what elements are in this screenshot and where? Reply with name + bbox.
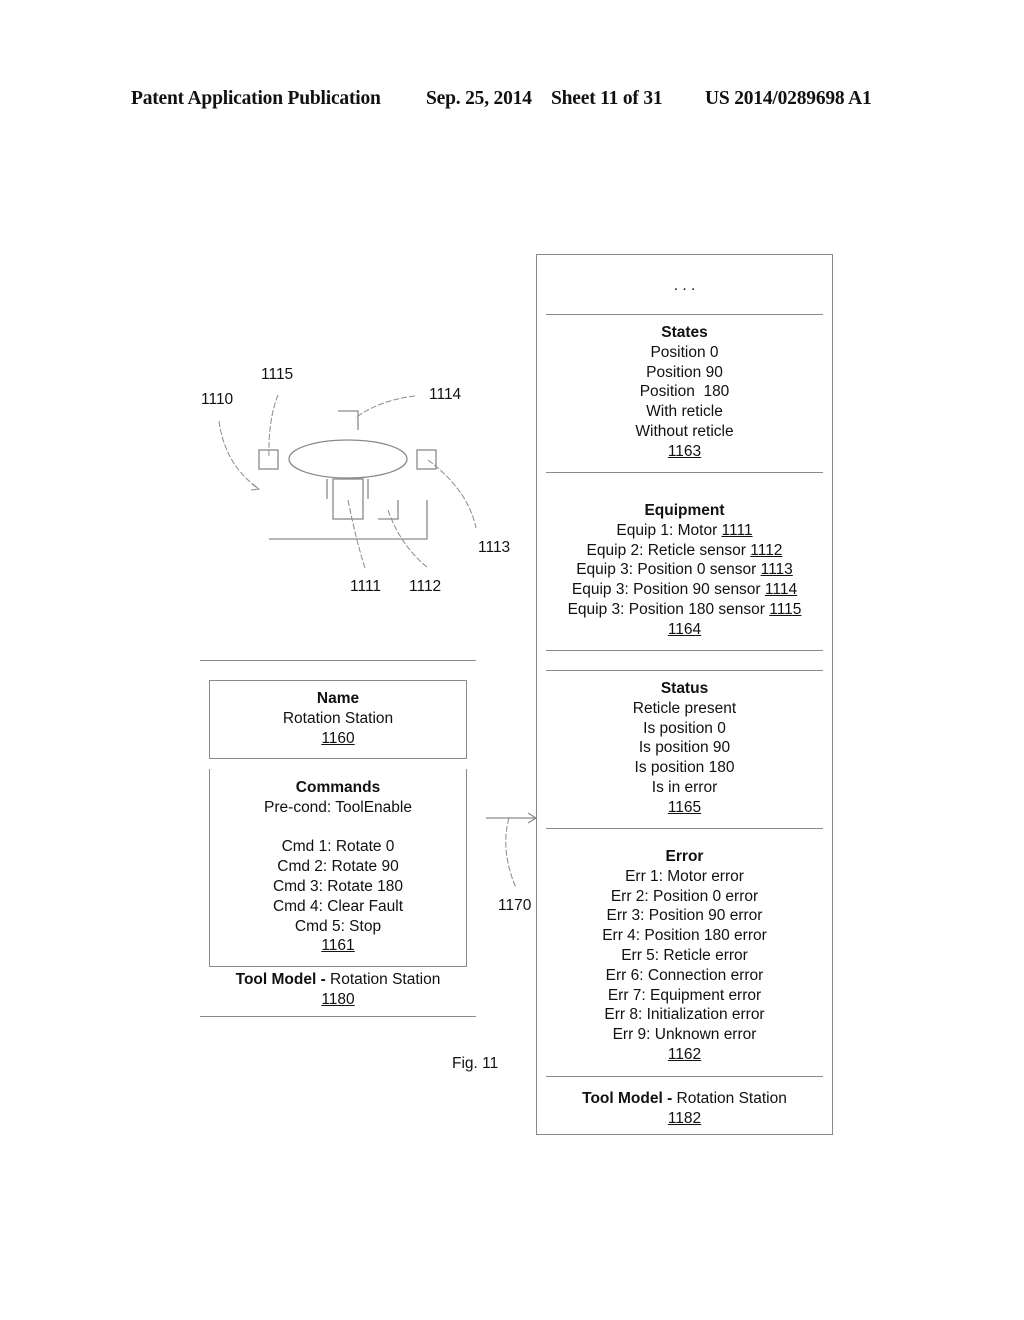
command-item: Cmd 5: Stop <box>294 917 382 935</box>
equipment-item: Equip 1: Motor 1111 <box>616 521 753 539</box>
ellipsis: . . . <box>673 277 696 294</box>
motor-shape <box>332 478 364 520</box>
status-block: Status Reticle present Is position 0 Is … <box>536 679 833 818</box>
leader-1170 <box>505 817 517 889</box>
ref-label-1110: 1110 <box>201 391 234 408</box>
error-ref: 1162 <box>667 1045 702 1063</box>
left-model-ref: 1180 <box>321 990 355 1008</box>
sensor-90-shape <box>338 410 359 430</box>
ref-label-1112: 1112 <box>409 578 442 595</box>
sensor-0-shape <box>416 449 437 470</box>
equipment-ref: 1164 <box>667 620 702 638</box>
leader-1110 <box>218 420 259 489</box>
reticle-sensor-shape <box>378 500 399 520</box>
name-value: Rotation Station <box>282 709 394 727</box>
error-item: Err 5: Reticle error <box>621 946 748 964</box>
states-ref: 1163 <box>667 442 702 460</box>
divider <box>200 1016 476 1017</box>
error-item: Err 1: Motor error <box>625 867 744 885</box>
divider <box>546 314 823 315</box>
status-item: Is in error <box>651 778 718 796</box>
divider <box>546 670 823 671</box>
error-item: Err 6: Connection error <box>605 966 764 984</box>
error-title: Error <box>665 848 704 865</box>
name-ref: 1160 <box>321 729 355 747</box>
state-item: With reticle <box>646 403 723 421</box>
equipment-item: Equip 3: Position 0 sensor 1113 <box>576 561 793 579</box>
state-item: Position 180 <box>639 383 730 401</box>
name-block: Name Rotation Station 1160 <box>209 689 467 748</box>
commands-title: Commands <box>295 779 381 796</box>
ref-label-1115: 1115 <box>261 366 294 383</box>
error-item: Err 7: Equipment error <box>607 986 762 1004</box>
states-title: States <box>661 324 708 341</box>
status-item: Reticle present <box>632 699 737 717</box>
state-item: Without reticle <box>635 422 734 440</box>
error-item: Err 9: Unknown error <box>612 1026 757 1044</box>
equipment-title: Equipment <box>644 502 725 519</box>
error-item: Err 8: Initialization error <box>604 1006 765 1024</box>
equipment-item: Equip 3: Position 180 sensor 1115 <box>567 600 802 618</box>
divider <box>546 650 823 651</box>
footer-bold: Tool Model - <box>582 1090 673 1107</box>
name-title: Name <box>316 690 360 707</box>
footer-bold: Tool Model - <box>235 971 326 988</box>
rotation-station-drawing <box>218 394 538 889</box>
ref-label-1113: 1113 <box>478 539 511 556</box>
commands-ref: 1161 <box>321 937 355 955</box>
status-item: Is position 0 <box>643 719 726 737</box>
status-item: Is position 180 <box>634 759 735 777</box>
figure-caption: Fig. 11 <box>452 1055 499 1072</box>
states-block: States Position 0 Position 90 Position 1… <box>536 323 833 462</box>
right-model-ref: 1182 <box>667 1109 702 1127</box>
ref-label-1170: 1170 <box>498 897 532 914</box>
equipment-item: Equip 2: Reticle sensor 1112 <box>586 541 783 559</box>
equipment-block: Equipment Equip 1: Motor 1111 Equip 2: R… <box>536 501 833 640</box>
state-item: Position 90 <box>646 363 723 381</box>
command-item: Cmd 3: Rotate 180 <box>272 877 404 895</box>
divider <box>546 1076 823 1077</box>
error-item: Err 4: Position 180 error <box>602 927 767 945</box>
equipment-item: Equip 3: Position 90 sensor 1114 <box>571 581 798 599</box>
ref-label-1114: 1114 <box>429 386 462 403</box>
right-model-footer: Tool Model - Rotation Station 1182 <box>536 1089 833 1129</box>
footer-text: Rotation Station <box>325 971 441 988</box>
commands-precondition: Pre-cond: ToolEnable <box>264 798 412 816</box>
footer-text: Rotation Station <box>672 1090 787 1107</box>
left-model-footer: Tool Model - Rotation Station 1180 <box>200 970 476 1010</box>
commands-block: Commands Pre-cond: ToolEnable Cmd 1: Rot… <box>209 778 467 956</box>
command-item: Cmd 1: Rotate 0 <box>281 838 395 856</box>
commands-box-bottom <box>209 966 467 967</box>
status-ref: 1165 <box>667 798 702 816</box>
error-block: Error Err 1: Motor error Err 2: Position… <box>536 847 833 1065</box>
status-item: Is position 90 <box>638 739 731 757</box>
platform-ellipse <box>288 439 408 479</box>
command-item: Cmd 2: Rotate 90 <box>277 858 399 876</box>
ref-label-1111: 1111 <box>350 578 382 595</box>
ellipsis-block: . . . <box>536 276 833 296</box>
error-item: Err 3: Position 90 error <box>606 907 763 925</box>
error-item: Err 2: Position 0 error <box>610 887 759 905</box>
status-title: Status <box>660 680 709 697</box>
state-item: Position 0 <box>650 343 719 361</box>
divider <box>200 660 476 661</box>
command-item: Cmd 4: Clear Fault <box>272 897 404 915</box>
divider <box>546 472 823 473</box>
divider <box>546 828 823 829</box>
